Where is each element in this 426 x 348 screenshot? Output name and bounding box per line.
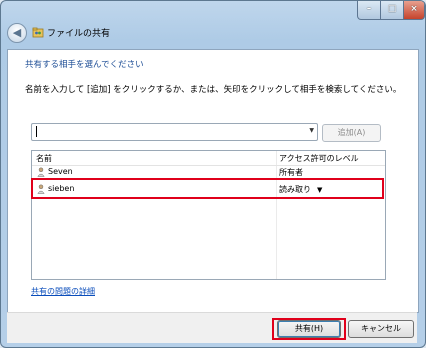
page-heading: 共有する相手を選んでください [25,60,144,70]
back-button[interactable]: ◀ [7,23,27,43]
cancel-button[interactable]: キャンセル [348,320,414,338]
share-folder-icon [32,27,44,38]
maximize-icon: □ [387,4,397,14]
user-list: 名前 アクセス許可のレベル Seven 所有者 sieben 読み取り ▼ [31,150,386,280]
permission-level: 所有者 [279,168,303,177]
name-input-combobox[interactable]: ▼ [31,123,318,141]
sharing-help-link[interactable]: 共有の問題の詳細 [31,286,95,297]
minimize-icon: – [366,4,372,14]
column-header-level[interactable]: アクセス許可のレベル [279,153,359,164]
row-highlight-marker [31,178,384,199]
user-name: Seven [48,167,73,176]
user-icon [37,167,45,177]
column-header-name[interactable]: 名前 [36,153,52,164]
minimize-button[interactable]: – [357,1,381,20]
maximize-button[interactable]: □ [380,1,404,20]
add-button[interactable]: 追加(A) [322,124,381,142]
share-button-highlight-marker [272,318,346,340]
window-title: ファイルの共有 [47,29,111,39]
back-arrow-icon: ◀ [12,26,22,39]
list-item[interactable]: Seven 所有者 [32,165,385,179]
text-caret [36,126,37,137]
dropdown-arrow-icon[interactable]: ▼ [309,127,314,134]
title-bar: – □ × ◀ ファイルの共有 [1,1,425,49]
instruction-text: 名前を入力して [追加] をクリックするか、または、矢印をクリックして相手を検索… [25,85,402,95]
list-header: 名前 アクセス許可のレベル [32,151,385,166]
close-button[interactable]: × [403,1,425,20]
close-icon: × [410,4,418,14]
